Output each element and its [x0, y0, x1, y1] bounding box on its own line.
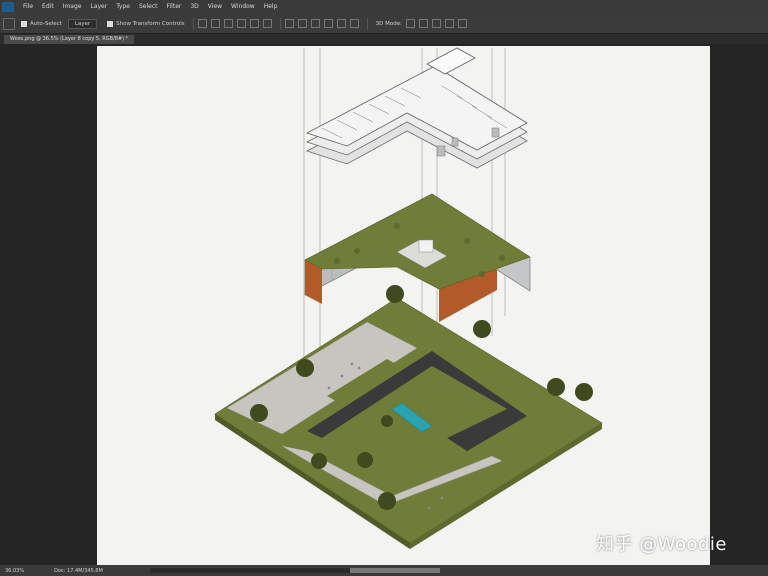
3d-slide-icon[interactable]: [444, 19, 454, 28]
auto-select-label: Auto-Select: [30, 20, 62, 27]
auto-select-checkbox[interactable]: [21, 20, 27, 27]
divider: [366, 17, 368, 30]
green-roof-building-layer: [304, 193, 531, 322]
menu-items: File Edit Image Layer Type Select Filter 3D View…: [14, 0, 277, 14]
align-bottom-icon[interactable]: [223, 19, 233, 28]
3d-scale-icon[interactable]: [457, 19, 467, 28]
document-tab-bar: Woes.png @ 36.5% (Layer 8 copy 5, RGB/8#…: [0, 34, 768, 44]
canvas-area[interactable]: [0, 44, 768, 565]
exploded-axonometric-image: [214, 47, 603, 549]
menu-item-file[interactable]: File: [23, 0, 33, 14]
status-bar: 36.03% Doc: 17.4M/345.8M: [0, 565, 768, 576]
scrollbar-thumb[interactable]: [350, 568, 440, 573]
align-left-icon[interactable]: [236, 19, 246, 28]
distribute-top-icon[interactable]: [284, 19, 294, 28]
move-tool-icon[interactable]: [3, 17, 15, 30]
3d-pan-icon[interactable]: [431, 19, 441, 28]
menu-item-help[interactable]: Help: [264, 0, 278, 14]
distribute-left-icon[interactable]: [323, 19, 333, 28]
menu-item-filter[interactable]: Filter: [167, 0, 182, 14]
site-plan-layer: [214, 285, 603, 549]
3d-rotate-icon[interactable]: [405, 19, 415, 28]
distribute-bottom-icon[interactable]: [310, 19, 320, 28]
options-bar: Auto-Select Layer Show Transform Control…: [0, 14, 768, 34]
horizontal-scrollbar[interactable]: [150, 568, 440, 573]
show-transform-label: Show Transform Controls: [116, 20, 185, 27]
3d-roll-icon[interactable]: [418, 19, 428, 28]
zoom-readout[interactable]: 36.03%: [5, 568, 24, 574]
document-canvas[interactable]: [97, 46, 710, 565]
document-tab[interactable]: Woes.png @ 36.5% (Layer 8 copy 5, RGB/8#…: [4, 35, 135, 44]
align-middle-icon[interactable]: [210, 19, 220, 28]
divider: [279, 17, 281, 30]
document-size-readout: Doc: 17.4M/345.8M: [54, 567, 103, 574]
distribute-center-icon[interactable]: [336, 19, 346, 28]
auto-select-target-dropdown[interactable]: Layer: [67, 18, 98, 29]
align-top-icon[interactable]: [197, 19, 207, 28]
menu-item-view[interactable]: View: [208, 0, 222, 14]
distribute-middle-icon[interactable]: [297, 19, 307, 28]
show-transform-checkbox[interactable]: [107, 20, 114, 27]
align-right-icon[interactable]: [262, 19, 272, 28]
menu-item-layer[interactable]: Layer: [90, 0, 107, 14]
distribute-right-icon[interactable]: [349, 19, 359, 28]
menu-bar: File Edit Image Layer Type Select Filter 3D View…: [0, 0, 768, 14]
menu-item-3d[interactable]: 3D: [190, 0, 198, 14]
menu-item-image[interactable]: Image: [63, 0, 82, 14]
menu-item-type[interactable]: Type: [116, 0, 130, 14]
divider: [192, 17, 194, 30]
floor-plates-layer: [305, 47, 528, 169]
app-logo-icon[interactable]: [2, 2, 14, 12]
menu-item-window[interactable]: Window: [231, 0, 255, 14]
align-center-icon[interactable]: [249, 19, 259, 28]
3d-mode-label: 3D Mode:: [375, 20, 402, 27]
watermark-text: 知乎 @Woodie: [596, 534, 727, 555]
menu-item-select[interactable]: Select: [139, 0, 158, 14]
menu-item-edit[interactable]: Edit: [42, 0, 54, 14]
